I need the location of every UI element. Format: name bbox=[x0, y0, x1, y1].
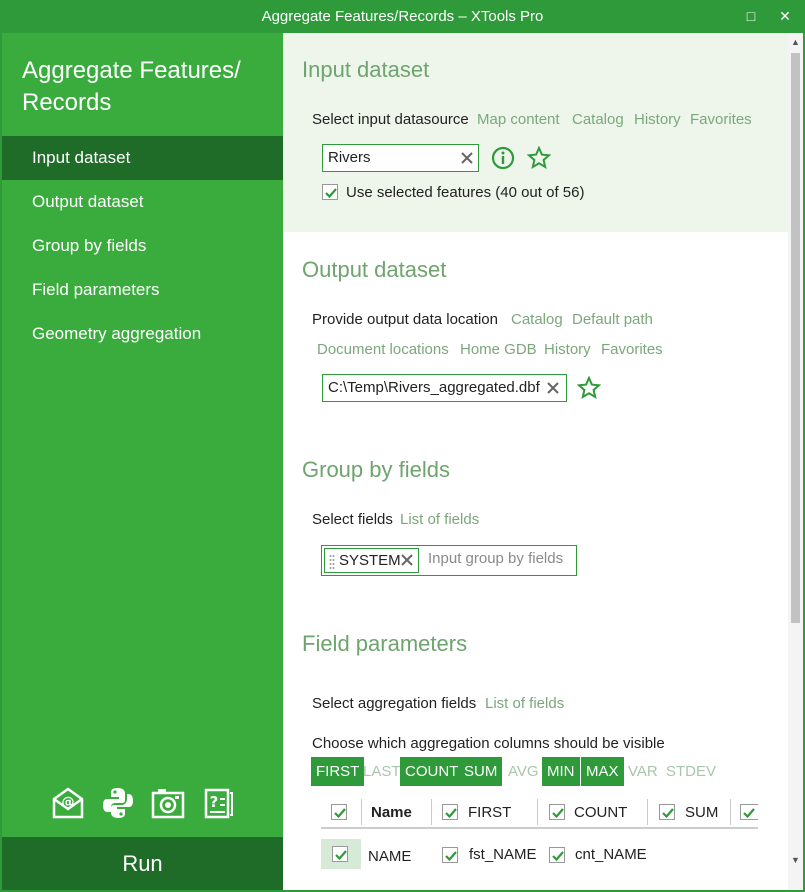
link-history[interactable]: History bbox=[634, 111, 681, 128]
select-aggregation-label: Select aggregation fields bbox=[312, 695, 477, 712]
row-count-cell[interactable]: cnt_NAME bbox=[575, 846, 647, 863]
header-select-all-checkbox[interactable] bbox=[331, 804, 347, 820]
svg-text:@: @ bbox=[62, 795, 75, 810]
group-by-title: Group by fields bbox=[302, 457, 450, 482]
link-group-list-of-fields[interactable]: List of fields bbox=[400, 511, 479, 528]
close-button[interactable]: ✕ bbox=[775, 6, 795, 26]
toggle-first[interactable]: FIRST bbox=[311, 757, 365, 786]
python-icon[interactable] bbox=[100, 785, 136, 821]
run-button[interactable]: Run bbox=[2, 837, 283, 890]
column-divider bbox=[647, 799, 648, 825]
aggregation-grid-header: Name FIRST COUNT SUM bbox=[321, 797, 758, 829]
input-dataset-section: Input dataset Select input datasource Ma… bbox=[283, 33, 788, 232]
row-count-checkbox[interactable] bbox=[549, 847, 565, 863]
sidebar-title-line1: Aggregate Features/ bbox=[22, 57, 241, 84]
favorite-input-star-icon[interactable] bbox=[526, 145, 552, 170]
toggle-last[interactable]: LAST bbox=[358, 757, 406, 786]
toggle-max[interactable]: MAX bbox=[581, 757, 624, 786]
window-frame-left bbox=[0, 33, 2, 892]
restore-button[interactable]: □ bbox=[741, 6, 761, 26]
email-icon[interactable]: @ bbox=[50, 785, 86, 821]
select-input-label: Select input datasource bbox=[312, 111, 469, 128]
link-params-list-of-fields[interactable]: List of fields bbox=[485, 695, 564, 712]
input-dataset-title: Input dataset bbox=[302, 57, 430, 82]
group-tag-system[interactable]: SYSTEM bbox=[324, 548, 419, 573]
window-title: Aggregate Features/Records – XTools Pro bbox=[261, 8, 544, 25]
column-header-name[interactable]: Name bbox=[371, 804, 412, 821]
header-min-checkbox[interactable] bbox=[740, 804, 758, 820]
output-location-field[interactable]: C:\Temp\Rivers_aggregated.dbf bbox=[322, 374, 567, 402]
camera-icon[interactable] bbox=[150, 785, 186, 821]
column-divider bbox=[537, 799, 538, 825]
clear-output-icon[interactable] bbox=[544, 379, 562, 397]
link-default-path[interactable]: Default path bbox=[572, 311, 653, 328]
sidebar: Aggregate Features/ Records Input datase… bbox=[2, 33, 283, 890]
row-name-cell[interactable]: NAME bbox=[368, 848, 411, 865]
sidebar-title-line2: Records bbox=[22, 89, 112, 116]
sidebar-item-output-dataset[interactable]: Output dataset bbox=[2, 180, 283, 224]
column-divider bbox=[361, 799, 362, 825]
row-selector-cell[interactable] bbox=[321, 839, 361, 869]
input-datasource-field[interactable]: Rivers bbox=[322, 144, 479, 172]
sidebar-icons: @ ? bbox=[50, 785, 250, 821]
svg-text:?: ? bbox=[210, 793, 219, 811]
scroll-down-icon[interactable]: ▼ bbox=[788, 853, 803, 868]
sidebar-item-geometry-aggregation[interactable]: Geometry aggregation bbox=[2, 312, 283, 356]
sidebar-item-field-parameters[interactable]: Field parameters bbox=[2, 268, 283, 312]
info-icon[interactable] bbox=[491, 146, 515, 170]
column-divider bbox=[431, 799, 432, 825]
toggle-avg[interactable]: AVG bbox=[503, 757, 544, 786]
group-tag-label: SYSTEM bbox=[339, 552, 401, 569]
column-header-sum[interactable]: SUM bbox=[685, 804, 718, 821]
link-home-gdb[interactable]: Home GDB bbox=[460, 341, 537, 358]
help-icon[interactable]: ? bbox=[200, 785, 236, 821]
sidebar-title: Aggregate Features/ Records bbox=[22, 55, 262, 119]
column-header-first[interactable]: FIRST bbox=[468, 804, 511, 821]
input-datasource-value: Rivers bbox=[328, 149, 371, 166]
sidebar-nav: Input dataset Output dataset Group by fi… bbox=[2, 136, 283, 356]
link-catalog[interactable]: Catalog bbox=[572, 111, 624, 128]
use-selected-label: Use selected features (40 out of 56) bbox=[346, 184, 585, 201]
column-divider bbox=[730, 799, 731, 825]
scrollbar-thumb[interactable] bbox=[791, 53, 800, 623]
favorite-output-star-icon[interactable] bbox=[576, 375, 602, 400]
group-by-input[interactable]: SYSTEM Input group by fields bbox=[321, 545, 577, 576]
link-output-favorites[interactable]: Favorites bbox=[601, 341, 663, 358]
scroll-up-icon[interactable]: ▲ bbox=[788, 35, 803, 50]
header-count-checkbox[interactable] bbox=[549, 804, 565, 820]
header-first-checkbox[interactable] bbox=[442, 804, 458, 820]
output-location-value: C:\Temp\Rivers_aggregated.dbf bbox=[328, 379, 540, 396]
link-favorites[interactable]: Favorites bbox=[690, 111, 752, 128]
header-sum-checkbox[interactable] bbox=[659, 804, 675, 820]
use-selected-checkbox[interactable] bbox=[322, 184, 338, 200]
title-bar: Aggregate Features/Records – XTools Pro … bbox=[0, 0, 805, 33]
toggle-var[interactable]: VAR bbox=[623, 757, 663, 786]
row-first-cell[interactable]: fst_NAME bbox=[469, 846, 537, 863]
vertical-scrollbar[interactable]: ▲ ▼ bbox=[788, 33, 803, 890]
remove-tag-icon[interactable] bbox=[399, 552, 415, 568]
link-document-locations[interactable]: Document locations bbox=[317, 341, 449, 358]
select-fields-label: Select fields bbox=[312, 511, 393, 528]
provide-output-label: Provide output data location bbox=[312, 311, 498, 328]
group-by-placeholder: Input group by fields bbox=[428, 550, 564, 567]
column-header-count[interactable]: COUNT bbox=[574, 804, 627, 821]
sidebar-item-input-dataset[interactable]: Input dataset bbox=[2, 136, 283, 180]
link-map-content[interactable]: Map content bbox=[477, 111, 560, 128]
field-parameters-title: Field parameters bbox=[302, 631, 468, 656]
aggregation-columns-label: Choose which aggregation columns should … bbox=[312, 735, 665, 752]
sidebar-item-group-by-fields[interactable]: Group by fields bbox=[2, 224, 283, 268]
toggle-sum[interactable]: SUM bbox=[459, 757, 503, 786]
row-first-checkbox[interactable] bbox=[442, 847, 458, 863]
toggle-count[interactable]: COUNT bbox=[400, 757, 464, 786]
main-content: Input dataset Select input datasource Ma… bbox=[283, 33, 788, 890]
toggle-min[interactable]: MIN bbox=[542, 757, 580, 786]
output-dataset-title: Output dataset bbox=[302, 257, 447, 282]
link-output-history[interactable]: History bbox=[544, 341, 591, 358]
link-output-catalog[interactable]: Catalog bbox=[511, 311, 563, 328]
drag-handle-icon[interactable] bbox=[329, 553, 335, 569]
row-checkbox[interactable] bbox=[332, 846, 348, 862]
clear-input-icon[interactable] bbox=[458, 149, 476, 167]
toggle-stdev[interactable]: STDEV bbox=[661, 757, 721, 786]
